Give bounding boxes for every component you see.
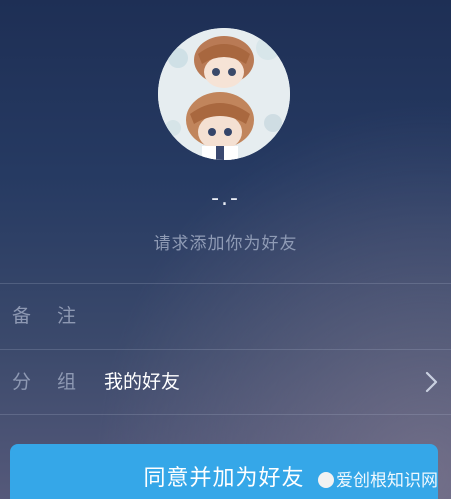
request-text: 请求添加你为好友 [153,234,298,254]
group-value: 我的好友 [104,371,181,393]
group-row[interactable]: 分组 我的好友 [0,349,451,415]
remark-label: 备注 [12,305,103,327]
remark-row[interactable]: 备注 [0,283,451,349]
accept-button-label: 同意并加为好友 [143,466,305,491]
nickname: -.- [211,186,240,211]
group-label: 分组 [12,371,103,393]
avatar-image [158,28,290,160]
avatar[interactable] [158,28,290,160]
watermark-text: 爱创根知识网 [336,471,438,491]
divider [0,414,451,415]
chevron-right-icon [425,371,438,393]
watermark: 爱创根知识网 [318,466,438,491]
watermark-logo-icon [318,472,334,488]
